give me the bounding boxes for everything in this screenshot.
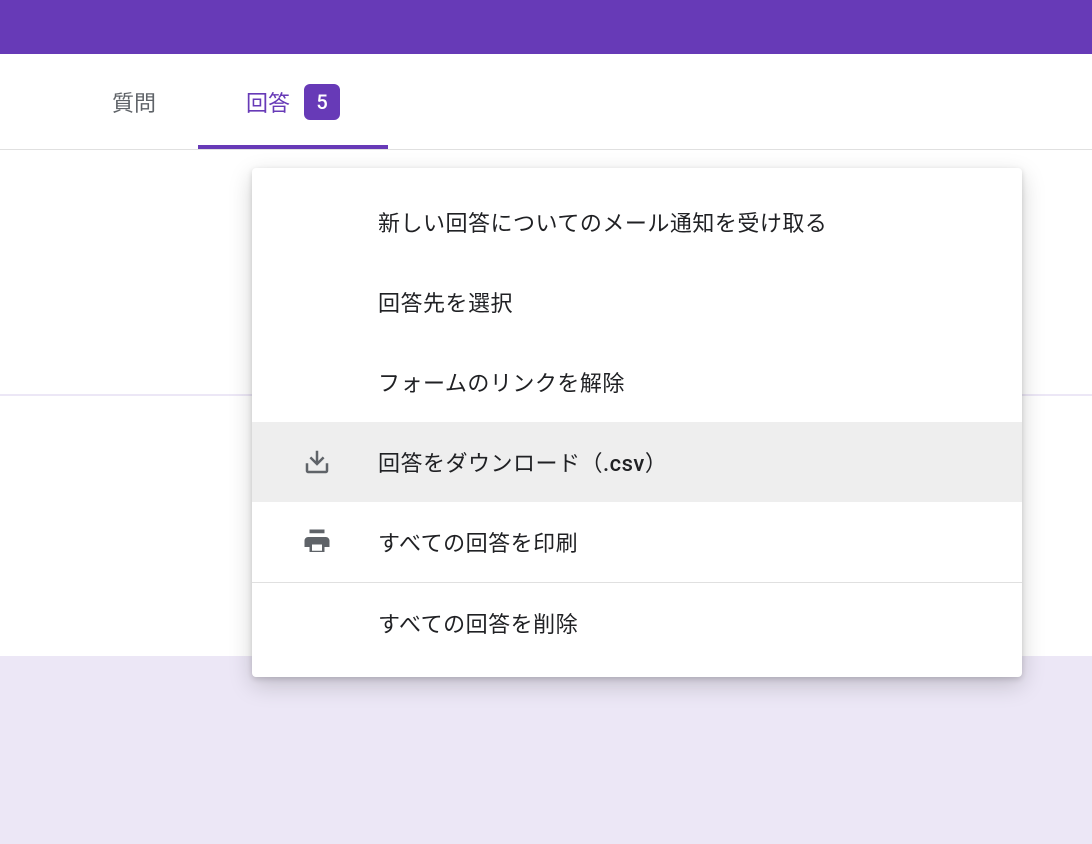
menu-item-label: 回答をダウンロード（.csv） (378, 446, 667, 478)
tabs-container: 質問 回答 5 (0, 54, 1092, 150)
menu-item-label: 新しい回答についてのメール通知を受け取る (378, 206, 827, 238)
menu-item-select-destination[interactable]: 回答先を選択 (252, 262, 1022, 342)
tab-questions[interactable]: 質問 (104, 54, 192, 149)
tab-responses-label: 回答 (246, 86, 290, 118)
top-bar (0, 0, 1092, 54)
menu-item-unlink-form[interactable]: フォームのリンクを解除 (252, 342, 1022, 422)
menu-item-label: 回答先を選択 (378, 286, 513, 318)
menu-item-email-notify[interactable]: 新しい回答についてのメール通知を受け取る (252, 182, 1022, 262)
menu-item-label: すべての回答を削除 (378, 607, 578, 639)
tab-questions-label: 質問 (112, 86, 156, 118)
print-icon (302, 527, 378, 557)
tab-responses[interactable]: 回答 5 (198, 54, 388, 149)
menu-item-print-all[interactable]: すべての回答を印刷 (252, 502, 1022, 582)
responses-options-menu: 新しい回答についてのメール通知を受け取る 回答先を選択 フォームのリンクを解除 … (252, 168, 1022, 677)
menu-item-delete-all[interactable]: すべての回答を削除 (252, 583, 1022, 663)
menu-item-download-csv[interactable]: 回答をダウンロード（.csv） (252, 422, 1022, 502)
responses-count-badge: 5 (304, 84, 340, 120)
menu-item-label: すべての回答を印刷 (378, 526, 578, 558)
menu-item-label: フォームのリンクを解除 (378, 366, 625, 398)
download-icon (302, 447, 378, 477)
